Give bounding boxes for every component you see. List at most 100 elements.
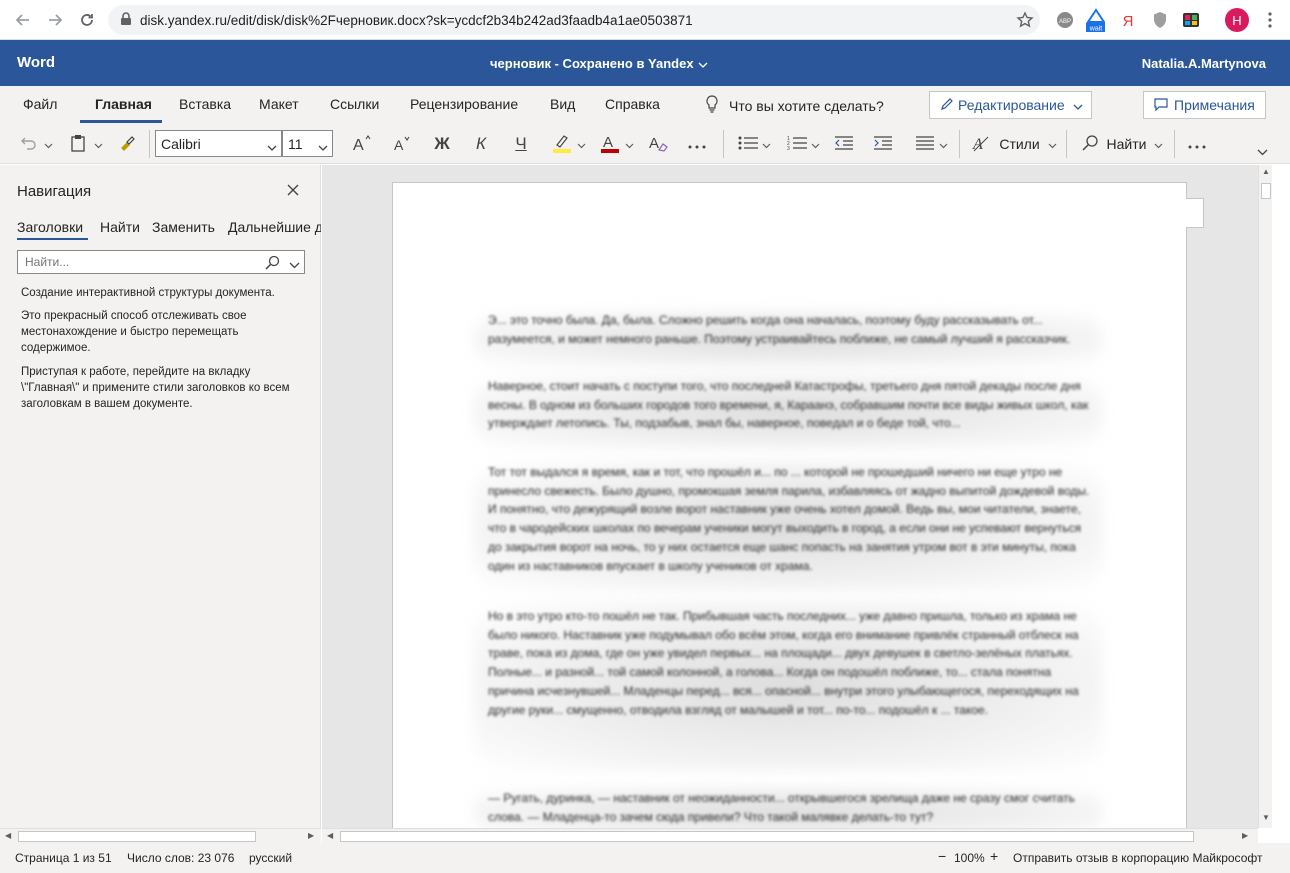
undo-button[interactable]	[18, 131, 54, 157]
align-text-icon	[915, 135, 935, 154]
clear-formatting-button[interactable]: A	[645, 131, 671, 157]
page-count[interactable]: Страница 1 из 51	[15, 851, 112, 865]
language[interactable]: русский	[249, 851, 292, 865]
more-font-options-button[interactable]	[684, 131, 710, 157]
chevron-down-icon	[267, 138, 277, 154]
tab-help[interactable]: Справка	[605, 96, 660, 112]
document-paragraph[interactable]: Тот тот выдался я время, как и тот, что …	[488, 463, 1093, 575]
styles-button[interactable]: A Стили	[970, 131, 1058, 157]
tell-me-search[interactable]: Что вы хотите сделать?	[705, 95, 884, 116]
italic-button[interactable]: К	[467, 131, 495, 157]
format-painter-button[interactable]	[114, 131, 140, 157]
tab-layout[interactable]: Макет	[259, 96, 299, 112]
url-text[interactable]: disk.yandex.ru/edit/disk/disk%2Fчерновик…	[140, 13, 693, 28]
tab-references[interactable]: Ссылки	[330, 96, 379, 112]
grow-font-icon: A	[352, 134, 372, 155]
lightbulb-icon	[705, 95, 719, 116]
scroll-left-icon[interactable]: ◀	[5, 831, 11, 840]
zoom-out-button[interactable]: −	[938, 848, 946, 864]
bold-button[interactable]: Ж	[428, 131, 456, 157]
zoom-level[interactable]: 100%	[954, 851, 985, 865]
document-paragraph[interactable]: Э... это точно была. Да, была. Сложно ре…	[488, 311, 1093, 348]
font-size-select[interactable]: 11	[282, 130, 333, 157]
underline-button[interactable]: Ч	[507, 131, 535, 157]
brush-icon	[118, 134, 136, 155]
nav-help-text-2: Это прекрасный способ отслеживать свое м…	[21, 310, 247, 354]
document-paragraph[interactable]: — Ругать, дуринка, — наставник от неожид…	[488, 789, 1093, 826]
chevron-down-icon	[762, 137, 771, 152]
nav-tab-find[interactable]: Найти	[100, 219, 140, 235]
address-bar[interactable]: disk.yandex.ru/edit/disk/disk%2Fчерновик…	[108, 5, 1040, 35]
vertical-scrollbar[interactable]: ▲ ▼	[1258, 165, 1272, 828]
toolbar-divider	[723, 130, 724, 158]
highlight-color-button[interactable]	[548, 131, 588, 157]
paste-button[interactable]	[66, 131, 106, 157]
nav-search-input[interactable]	[18, 251, 248, 273]
yandex-icon[interactable]: Я	[1118, 9, 1138, 31]
chevron-down-icon	[698, 56, 708, 71]
tab-insert[interactable]: Вставка	[179, 96, 231, 112]
user-name[interactable]: Natalia.A.Martynova	[1142, 56, 1266, 71]
bullets-button[interactable]	[734, 131, 774, 157]
chevron-down-icon[interactable]	[289, 257, 300, 272]
back-icon[interactable]	[8, 5, 38, 35]
numbering-button[interactable]: 123	[783, 131, 823, 157]
tab-review[interactable]: Рецензирование	[410, 96, 518, 112]
nav-tab-more[interactable]: Дальнейшие д	[228, 219, 321, 235]
close-icon[interactable]	[286, 183, 300, 200]
navigation-title: Навигация	[17, 183, 92, 200]
grow-font-button[interactable]: A	[348, 131, 376, 157]
scroll-right-icon[interactable]: ▶	[1242, 831, 1248, 840]
document-paragraph[interactable]: Наверное, стоит начать с поступи того, ч…	[488, 377, 1093, 433]
word-count[interactable]: Число слов: 23 076	[127, 851, 234, 865]
scroll-up-icon[interactable]: ▲	[1262, 167, 1270, 176]
forward-icon[interactable]	[40, 5, 70, 35]
scroll-down-icon[interactable]: ▼	[1262, 813, 1270, 822]
nav-tab-headings[interactable]: Заголовки	[17, 219, 83, 235]
font-color-button[interactable]: A	[596, 131, 636, 157]
document-page[interactable]: Э... это точно была. Да, была. Сложно ре…	[392, 182, 1187, 828]
ellipsis-icon	[1188, 137, 1206, 152]
vertical-scroll-thumb[interactable]	[1261, 183, 1271, 199]
shrink-font-button[interactable]: A	[388, 131, 416, 157]
increase-indent-button[interactable]	[870, 131, 896, 157]
scroll-right-icon[interactable]: ▶	[308, 831, 314, 840]
align-button[interactable]	[911, 131, 951, 157]
comments-button[interactable]: Примечания	[1143, 91, 1266, 119]
feedback-link[interactable]: Отправить отзыв в корпорацию Майкрософт	[1013, 851, 1262, 865]
doc-horizontal-scrollbar[interactable]: ◀ ▶	[322, 828, 1258, 843]
nav-horizontal-scroll-thumb[interactable]	[18, 831, 256, 842]
tab-file[interactable]: Файл	[23, 96, 57, 112]
adblock-icon[interactable]: ABP	[1055, 9, 1075, 31]
collapse-ribbon-button[interactable]	[1255, 144, 1269, 158]
tv-extension-icon[interactable]	[1181, 9, 1201, 31]
zoom-in-button[interactable]: +	[990, 848, 998, 864]
browser-menu-icon[interactable]	[1260, 9, 1280, 31]
svg-text:3: 3	[787, 146, 790, 151]
document-paragraph[interactable]: Но в это утро кто-то пошёл не так. Прибы…	[488, 607, 1093, 719]
decrease-indent-button[interactable]	[831, 131, 857, 157]
profile-avatar[interactable]: H	[1225, 8, 1249, 32]
font-name-select[interactable]: Calibri	[155, 130, 282, 157]
document-title[interactable]: черновик - Сохранено в Yandex	[490, 56, 708, 71]
app-name[interactable]: Word	[17, 54, 55, 71]
search-icon[interactable]	[264, 255, 280, 274]
reload-icon[interactable]	[72, 5, 102, 35]
scroll-left-icon[interactable]: ◀	[327, 831, 333, 840]
chevron-down-icon	[1257, 144, 1268, 159]
doc-horizontal-scroll-thumb[interactable]	[340, 831, 1194, 842]
shrink-font-icon: A	[392, 134, 412, 155]
shield-extension-icon[interactable]	[1150, 9, 1170, 31]
tab-home[interactable]: Главная	[95, 96, 152, 112]
editing-mode-button[interactable]: Редактирование	[929, 91, 1092, 119]
nav-horizontal-scrollbar[interactable]: ◀ ▶	[0, 828, 321, 843]
nav-tab-replace[interactable]: Заменить	[152, 219, 215, 235]
tab-view[interactable]: Вид	[550, 96, 575, 112]
bookmark-star-icon[interactable]	[1016, 11, 1034, 32]
more-options-button[interactable]	[1184, 131, 1210, 157]
wait-extension-icon[interactable]: wait	[1085, 6, 1105, 34]
find-button[interactable]: Найти	[1076, 131, 1168, 157]
nav-search-box[interactable]	[17, 250, 305, 274]
ribbon-toolbar: Calibri 11 A A Ж К Ч A A 123 A Стили Най…	[0, 124, 1290, 164]
clipboard-icon	[70, 134, 86, 155]
